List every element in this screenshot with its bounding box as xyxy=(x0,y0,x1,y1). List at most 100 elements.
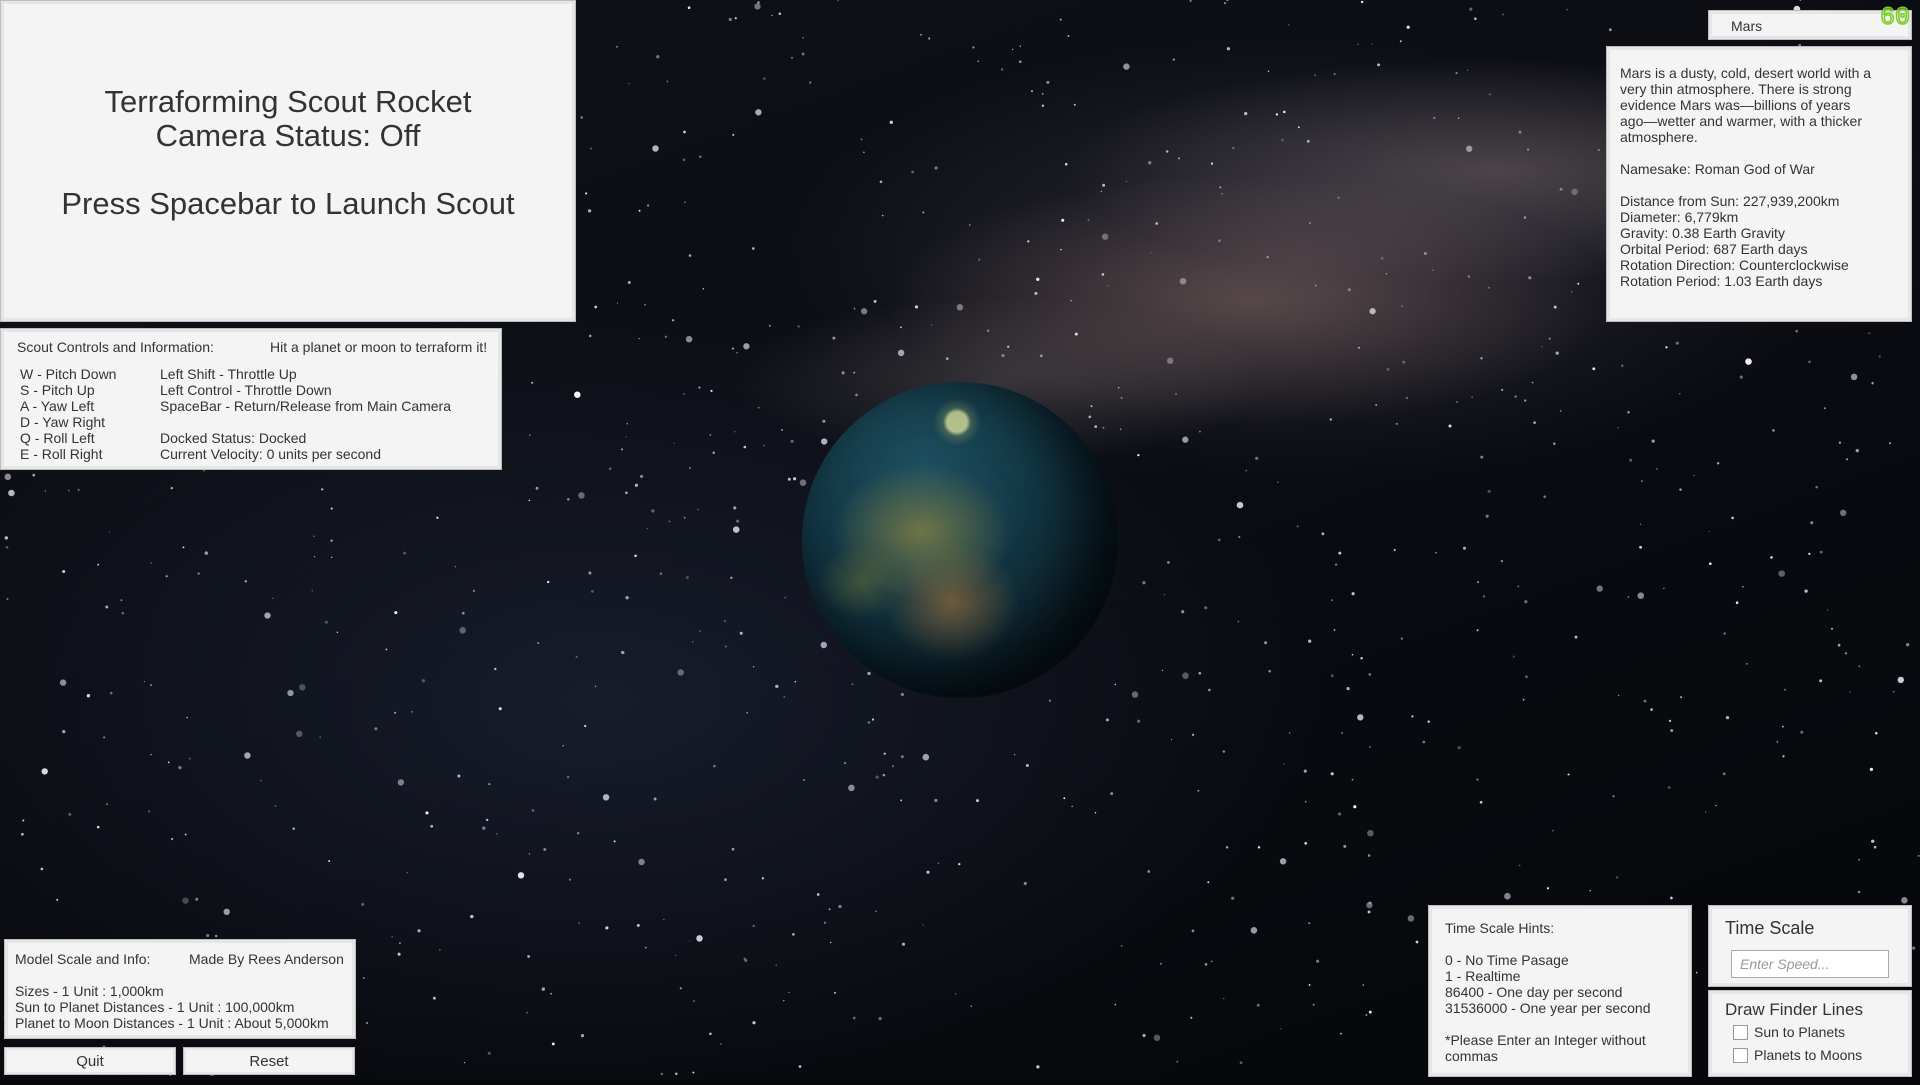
star xyxy=(1142,1033,1146,1038)
star xyxy=(1708,562,1712,566)
star xyxy=(784,596,786,599)
star xyxy=(1846,458,1849,461)
star xyxy=(828,908,831,911)
star xyxy=(589,147,593,150)
star xyxy=(755,109,762,116)
description-line: atmosphere. xyxy=(1620,129,1698,145)
star xyxy=(1871,839,1875,843)
star xyxy=(1552,442,1556,446)
star xyxy=(1571,291,1573,293)
planet-mars[interactable] xyxy=(802,382,1118,698)
hint-line: 0 - No Time Pasage xyxy=(1445,952,1569,968)
star xyxy=(594,305,598,309)
star xyxy=(838,905,842,909)
star xyxy=(698,386,701,389)
star xyxy=(625,491,628,495)
star xyxy=(1067,35,1070,37)
star xyxy=(186,716,188,719)
star xyxy=(1411,715,1414,718)
star xyxy=(684,201,686,204)
star xyxy=(1142,581,1146,585)
star xyxy=(889,120,893,124)
star xyxy=(696,935,703,942)
star xyxy=(1675,341,1679,345)
quit-button[interactable]: Quit xyxy=(4,1047,176,1075)
star xyxy=(1011,48,1014,51)
star xyxy=(330,539,333,542)
star xyxy=(1351,653,1354,656)
star xyxy=(1279,858,1287,865)
star xyxy=(562,744,564,747)
planets-to-moons-checkbox[interactable] xyxy=(1733,1048,1748,1063)
star xyxy=(1244,111,1248,116)
star xyxy=(496,833,498,835)
star xyxy=(1778,570,1785,577)
scale-sun-planet: Sun to Planet Distances - 1 Unit : 100,0… xyxy=(15,999,295,1015)
star xyxy=(879,180,883,184)
star xyxy=(587,209,592,213)
sun-to-planets-checkbox[interactable] xyxy=(1733,1025,1748,1040)
sun-to-planets-label[interactable]: Sun to Planets xyxy=(1754,1024,1845,1040)
star xyxy=(768,324,771,327)
star xyxy=(875,910,877,912)
star xyxy=(1772,429,1775,432)
star xyxy=(751,247,755,250)
star xyxy=(1198,671,1202,675)
star xyxy=(781,429,783,431)
current-velocity: Current Velocity: 0 units per second xyxy=(160,446,382,462)
star xyxy=(311,590,313,592)
star xyxy=(1514,395,1517,398)
star xyxy=(1006,345,1010,349)
star xyxy=(148,810,151,813)
key-roll-right: E - Roll Right xyxy=(20,446,103,462)
star xyxy=(1739,375,1743,379)
star xyxy=(1667,786,1671,789)
star xyxy=(900,755,904,759)
star xyxy=(167,761,170,764)
star xyxy=(739,631,743,635)
star xyxy=(324,620,328,624)
star xyxy=(1041,92,1044,95)
star xyxy=(1357,714,1364,721)
star xyxy=(336,631,339,634)
star xyxy=(110,691,113,695)
key-yaw-left: A - Yaw Left xyxy=(20,398,95,414)
star xyxy=(712,451,715,454)
star xyxy=(1046,80,1050,84)
star xyxy=(1810,521,1814,525)
star xyxy=(1288,732,1291,734)
star xyxy=(397,952,401,956)
star xyxy=(494,667,497,671)
planets-to-moons-label[interactable]: Planets to Moons xyxy=(1754,1047,1862,1063)
star xyxy=(1267,70,1270,73)
star xyxy=(1036,277,1040,281)
reset-button[interactable]: Reset xyxy=(183,1047,355,1075)
star xyxy=(487,1051,491,1055)
star xyxy=(832,336,836,340)
star xyxy=(1637,592,1645,599)
star xyxy=(1693,474,1695,477)
speed-input[interactable] xyxy=(1731,950,1889,978)
launch-prompt: Press Spacebar to Launch Scout xyxy=(61,186,515,221)
star xyxy=(1531,381,1534,384)
star xyxy=(8,489,15,497)
star xyxy=(244,580,247,583)
star xyxy=(1306,139,1310,143)
star xyxy=(743,445,747,449)
star xyxy=(1199,430,1201,433)
star xyxy=(170,486,173,490)
star xyxy=(1346,686,1350,691)
star xyxy=(1087,219,1090,222)
star xyxy=(1314,74,1317,77)
star xyxy=(1522,698,1525,701)
star xyxy=(580,1033,585,1038)
star xyxy=(1480,357,1483,360)
star xyxy=(103,736,106,739)
star xyxy=(1808,552,1811,555)
planet-name: Mars xyxy=(1731,18,1763,34)
star xyxy=(666,80,669,83)
star xyxy=(1226,0,1229,2)
star xyxy=(882,773,886,777)
star xyxy=(1181,610,1185,614)
star xyxy=(1650,708,1653,711)
